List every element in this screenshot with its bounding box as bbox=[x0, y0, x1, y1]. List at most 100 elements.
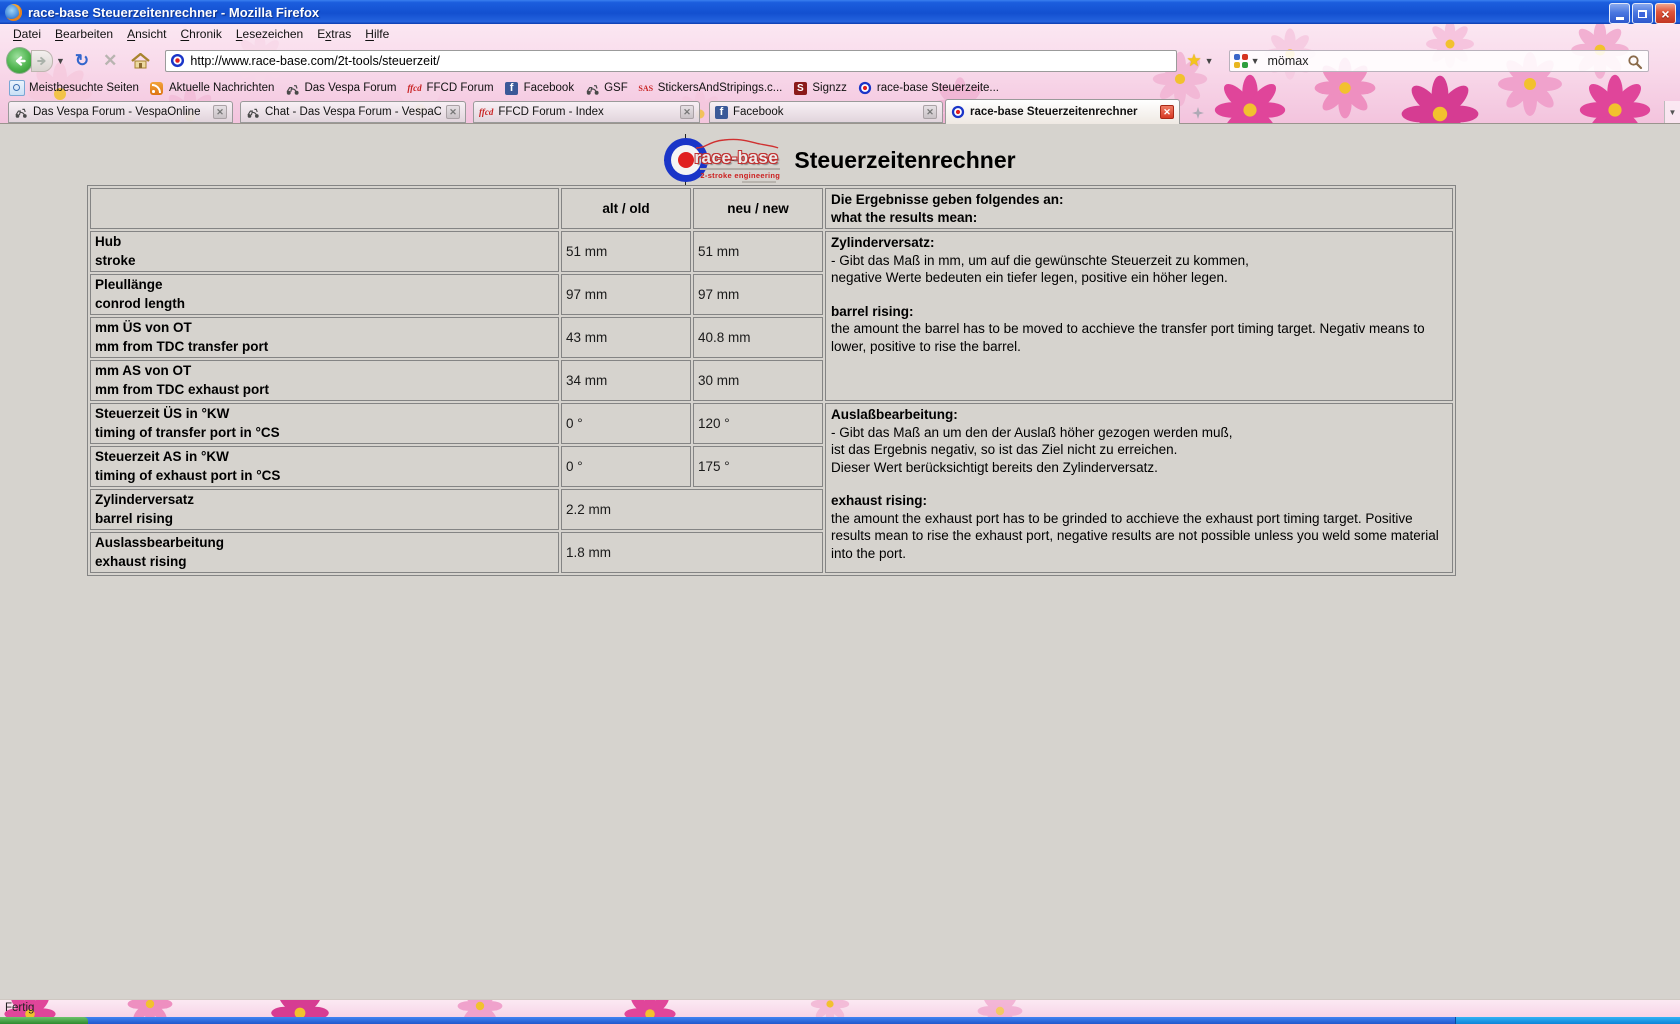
tab-close-icon[interactable]: ✕ bbox=[446, 105, 460, 119]
value-hub-new: 51 mm bbox=[693, 231, 823, 272]
column-header-old: alt / old bbox=[561, 188, 691, 229]
logo-small-text bbox=[742, 181, 776, 183]
bookmark-stickersandstripings[interactable]: SASStickersAndStripings.c... bbox=[633, 78, 788, 98]
start-button[interactable] bbox=[0, 1017, 88, 1024]
result-barrel-rising: 2.2 mm bbox=[561, 489, 823, 530]
row-label-mm-ues-von-ot: mm ÜS von OTmm from TDC transfer port bbox=[90, 317, 559, 358]
bookmark-das-vespa-forum[interactable]: Das Vespa Forum bbox=[279, 78, 401, 98]
info-heading-auslassbearbeitung: Auslaßbearbeitung: bbox=[831, 406, 1447, 424]
system-tray[interactable] bbox=[1455, 1017, 1680, 1024]
bookmark-ffcd-forum[interactable]: ffcdFFCD Forum bbox=[401, 78, 498, 98]
close-button[interactable]: × bbox=[1655, 3, 1676, 24]
restore-icon bbox=[1638, 10, 1647, 18]
empty-header-cell bbox=[90, 188, 559, 229]
tab-chat-das-vespa-forum[interactable]: Chat - Das Vespa Forum - VespaOnline ✕ bbox=[240, 101, 466, 123]
menu-datei[interactable]: Datei bbox=[6, 25, 48, 43]
bookmark-dropdown-caret[interactable]: ▼ bbox=[1205, 56, 1214, 66]
page-header: race-base 2-stroke engineering Steuerzei… bbox=[0, 132, 1680, 188]
status-bar: Fertig bbox=[0, 999, 1680, 1018]
bookmark-aktuelle-nachrichten[interactable]: Aktuelle Nachrichten bbox=[144, 78, 279, 98]
tab-close-icon[interactable]: ✕ bbox=[213, 105, 227, 119]
results-info-header: Die Ergebnisse geben folgendes an: what … bbox=[825, 188, 1453, 229]
bookmark-meistbesuchte-seiten[interactable]: Meistbesuchte Seiten bbox=[4, 78, 144, 98]
close-icon: × bbox=[1661, 7, 1669, 21]
table-row: Steuerzeit ÜS in °KWtiming of transfer p… bbox=[90, 403, 1453, 444]
value-conrod-new: 97 mm bbox=[693, 274, 823, 315]
search-input[interactable]: mömax bbox=[1268, 54, 1309, 68]
bookmarks-toolbar: Meistbesuchte Seiten Aktuelle Nachrichte… bbox=[0, 77, 1680, 99]
list-all-tabs-button[interactable]: ▼ bbox=[1664, 101, 1680, 124]
minimize-button[interactable] bbox=[1609, 3, 1630, 24]
bookmark-facebook[interactable]: fFacebook bbox=[499, 78, 580, 98]
scooter-icon bbox=[14, 105, 28, 119]
row-label-pleullaenge: Pleullängeconrod length bbox=[90, 274, 559, 315]
address-url[interactable]: http://www.race-base.com/2t-tools/steuer… bbox=[190, 54, 439, 68]
row-label-auslassbearbeitung: Auslassbearbeitungexhaust rising bbox=[90, 532, 559, 573]
menu-ansicht[interactable]: Ansicht bbox=[120, 25, 173, 43]
tab-close-icon[interactable]: ✕ bbox=[680, 105, 694, 119]
value-exhaust-mm-new: 30 mm bbox=[693, 360, 823, 401]
info-heading-zylinderversatz: Zylinderversatz: bbox=[831, 234, 1447, 252]
tab-close-icon[interactable]: ✕ bbox=[1160, 105, 1174, 119]
menu-bearbeiten[interactable]: Bearbeiten bbox=[48, 25, 120, 43]
row-label-hub: Hubstroke bbox=[90, 231, 559, 272]
sas-icon: SAS bbox=[638, 80, 654, 96]
table-row: Hubstroke 51 mm 51 mm Zylinderversatz: -… bbox=[90, 231, 1453, 272]
bookmark-star-icon[interactable]: ★ bbox=[1186, 52, 1201, 69]
target-icon bbox=[951, 105, 965, 119]
address-bar[interactable]: http://www.race-base.com/2t-tools/steuer… bbox=[165, 50, 1177, 72]
status-text: Fertig bbox=[5, 1002, 34, 1014]
info-heading-exhaust-rising: exhaust rising: bbox=[831, 492, 1447, 510]
menu-bar: Datei Bearbeiten Ansicht Chronik Lesezei… bbox=[0, 24, 1680, 44]
search-engine-dropdown-caret[interactable]: ▼ bbox=[1251, 56, 1260, 66]
tab-race-base-steuerzeitenrechner[interactable]: race-base Steuerzeitenrechner ✕ bbox=[945, 99, 1180, 124]
back-button[interactable] bbox=[6, 47, 33, 74]
timing-calculator-table: alt / old neu / new Die Ergebnisse geben… bbox=[87, 185, 1456, 576]
bookmark-race-base[interactable]: race-base Steuerzeite... bbox=[852, 78, 1004, 98]
forward-button[interactable] bbox=[31, 50, 53, 72]
tab-das-vespa-forum[interactable]: Das Vespa Forum - VespaOnline ✕ bbox=[8, 101, 233, 123]
tab-close-icon[interactable]: ✕ bbox=[923, 105, 937, 119]
site-favicon-target-icon bbox=[170, 53, 185, 68]
page-title: Steuerzeitenrechner bbox=[794, 147, 1015, 174]
back-arrow-icon bbox=[12, 53, 28, 69]
scooter-icon bbox=[246, 105, 260, 119]
result-exhaust-rising: 1.8 mm bbox=[561, 532, 823, 573]
value-transfer-timing-old: 0 ° bbox=[561, 403, 691, 444]
menu-chronik[interactable]: Chronik bbox=[173, 25, 228, 43]
results-info-block1: Zylinderversatz: - Gibt das Maß in mm, u… bbox=[825, 231, 1453, 401]
tab-facebook[interactable]: f Facebook ✕ bbox=[709, 101, 943, 123]
ffcd-icon: ffcd bbox=[406, 80, 422, 96]
home-button[interactable] bbox=[131, 53, 150, 69]
value-transfer-timing-new: 120 ° bbox=[693, 403, 823, 444]
menu-extras[interactable]: Extras bbox=[310, 25, 358, 43]
bookmark-signzz[interactable]: SSignzz bbox=[787, 78, 852, 98]
tab-ffcd-forum[interactable]: ffcd FFCD Forum - Index ✕ bbox=[473, 101, 700, 123]
restore-button[interactable] bbox=[1632, 3, 1653, 24]
menu-hilfe[interactable]: Hilfe bbox=[358, 25, 396, 43]
menu-lesezeichen[interactable]: Lesezeichen bbox=[229, 25, 310, 43]
forward-arrow-icon bbox=[35, 54, 49, 68]
value-transfer-mm-new: 40.8 mm bbox=[693, 317, 823, 358]
rss-feed-icon bbox=[149, 80, 165, 96]
firefox-icon bbox=[5, 4, 22, 21]
history-dropdown-caret[interactable]: ▼ bbox=[56, 56, 65, 66]
facebook-icon: f bbox=[715, 106, 728, 119]
row-label-zylinderversatz: Zylinderversatzbarrel rising bbox=[90, 489, 559, 530]
windows-taskbar[interactable] bbox=[0, 1017, 1680, 1024]
reload-button[interactable]: ↻ bbox=[75, 52, 89, 69]
google-search-engine-icon[interactable] bbox=[1234, 54, 1248, 68]
search-bar[interactable]: ▼ mömax bbox=[1229, 50, 1649, 72]
logo-brand-text: race-base bbox=[694, 148, 778, 168]
race-base-logo: race-base 2-stroke engineering bbox=[664, 134, 784, 186]
table-header-row: alt / old neu / new Die Ergebnisse geben… bbox=[90, 188, 1453, 229]
bookmark-gsf[interactable]: GSF bbox=[579, 78, 633, 98]
scooter-icon bbox=[284, 80, 300, 96]
search-magnifier-icon[interactable] bbox=[1627, 54, 1643, 70]
facebook-icon: f bbox=[504, 80, 520, 96]
toolbar-band: Datei Bearbeiten Ansicht Chronik Lesezei… bbox=[0, 24, 1680, 124]
value-exhaust-timing-new: 175 ° bbox=[693, 446, 823, 487]
row-label-mm-as-von-ot: mm AS von OTmm from TDC exhaust port bbox=[90, 360, 559, 401]
stop-button[interactable]: ✕ bbox=[103, 52, 117, 69]
new-tab-button[interactable] bbox=[1192, 107, 1204, 119]
